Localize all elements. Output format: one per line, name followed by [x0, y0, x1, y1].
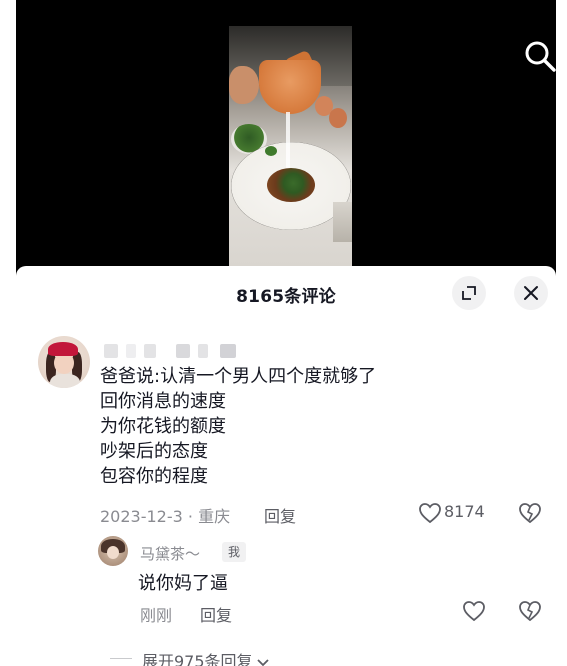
video-hand [229, 66, 259, 104]
heart-outline-icon [419, 503, 441, 524]
commenter-name-blurred[interactable] [104, 344, 252, 360]
replier-name[interactable]: 马黛茶～ [140, 543, 200, 564]
me-badge: 我 [222, 542, 246, 562]
comment-line: 回你消息的速度 [100, 391, 226, 412]
reply-dislike-button[interactable] [518, 600, 542, 622]
broken-heart-icon [519, 601, 541, 622]
frame-left [0, 0, 16, 666]
chevron-down-icon [256, 658, 269, 666]
comment-reply-button[interactable]: 回复 [264, 503, 296, 527]
comment-text: 爸爸说:认清一个男人四个度就够了 回你消息的速度 为你花钱的额度 吵架后的态度 … [100, 364, 376, 489]
commenter-avatar[interactable] [38, 336, 90, 388]
video-frame [229, 26, 352, 266]
video-player[interactable] [16, 0, 556, 280]
avatar-hat [48, 342, 78, 356]
heart-outline-icon [463, 601, 485, 622]
broken-heart-icon [519, 503, 541, 524]
video-egg [329, 108, 347, 128]
reply-text: 说你妈了逼 [138, 573, 228, 594]
close-icon [524, 286, 538, 300]
reply-reply-button[interactable]: 回复 [200, 602, 232, 626]
video-herb [265, 146, 277, 156]
video-cup [259, 60, 321, 114]
expand-sheet-button[interactable] [452, 276, 486, 310]
expand-divider [110, 658, 132, 659]
comment-line: 包容你的程度 [100, 466, 208, 487]
comment-line: 为你花钱的额度 [100, 416, 226, 437]
expand-replies-label: 展开975条回复 [142, 648, 270, 666]
search-icon [525, 41, 556, 72]
close-sheet-button[interactable] [514, 276, 548, 310]
comment-like-button[interactable]: 8174 [418, 502, 498, 524]
comment-like-count: 8174 [444, 502, 485, 521]
reply-like-button[interactable] [462, 600, 486, 622]
comment-line: 吵架后的态度 [100, 441, 208, 462]
video-can [333, 202, 352, 242]
video-water-stream [286, 112, 290, 170]
search-button[interactable] [522, 38, 556, 74]
replier-avatar[interactable] [98, 536, 128, 566]
reply-time: 刚刚 [140, 606, 173, 625]
expand-icon [462, 286, 476, 300]
comment-date-location: 2023-12-3 · 重庆 [100, 507, 231, 526]
video-sauce [267, 168, 315, 202]
frame-right [556, 0, 567, 666]
comments-sheet: 8165条评论 爸爸说:认清一个男人四个度就够了 回你消息的速度 为你花钱的额度… [16, 266, 556, 666]
comment-line: 爸爸说:认清一个男人四个度就够了 [100, 366, 377, 387]
avatar-face [107, 546, 119, 559]
comment-dislike-button[interactable] [518, 502, 542, 524]
expand-replies-text: 展开975条回复 [142, 652, 253, 666]
avatar-body [50, 374, 80, 388]
